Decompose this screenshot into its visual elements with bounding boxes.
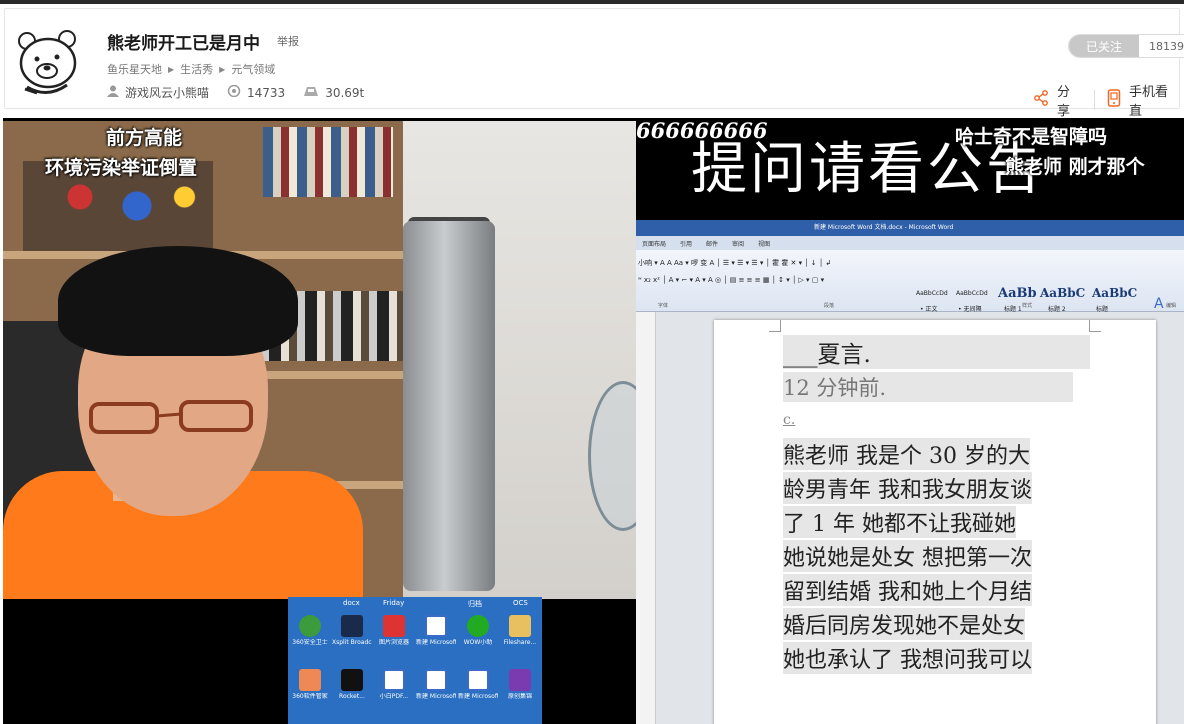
group-label: 字体: [658, 303, 669, 309]
doc-line: c.: [783, 412, 796, 428]
doc-line: 12 分钟前.: [783, 372, 1073, 402]
desktop-icon: 图片浏览器: [374, 615, 414, 647]
word-nav-pane: [636, 312, 656, 724]
top-dark-strip: [0, 0, 1184, 4]
danmaku-caption: 前方高能: [106, 127, 183, 149]
word-tab: 页面布局: [642, 240, 667, 248]
danmaku-comment: 熊老师 刚才那个: [1005, 156, 1145, 178]
desktop-icon: 原创集锦: [500, 669, 540, 701]
style-name: 标题: [1096, 306, 1109, 313]
doc-line: ___夏言.: [783, 335, 1090, 369]
room-header: 熊老师开工已是月中 举报 鱼乐星天地 ▶ 生活秀 ▶ 元气领域 游戏风云小熊喵 …: [4, 8, 1184, 119]
desktop-icon: 小白PDF...: [374, 669, 414, 701]
room-meta: 游戏风云小熊喵 14733 30.69t: [107, 84, 382, 101]
doc-line: 婚后同房发现她不是处女: [783, 608, 1026, 640]
desktop-icon: 新建 Microsoft...: [416, 615, 456, 647]
word-tab: 视图: [758, 240, 771, 248]
doc-line: 她说她是处女 想把第一次: [783, 540, 1032, 572]
avatar[interactable]: [17, 27, 81, 99]
share-bar: 分享 手机看直: [1033, 81, 1179, 119]
style-name: • 正文: [920, 306, 938, 313]
desktop-icon: Rocket...: [332, 669, 372, 701]
document-page: ___夏言. 12 分钟前. c. 熊老师 我是个 30 岁的大 龄男青年 我和…: [714, 320, 1156, 724]
doc-line: 龄男青年 我和我女朋友谈: [783, 472, 1032, 504]
weight-value: 30.69t: [325, 85, 365, 100]
group-label: 编辑: [1166, 303, 1177, 309]
word-tab: 引用: [680, 240, 693, 248]
chevron-right-icon: ▶: [219, 64, 226, 74]
desktop-icon: WOW小助: [458, 615, 498, 647]
desktop-icon: Fileshare...: [500, 615, 540, 647]
group-label: 段落: [824, 303, 835, 309]
desktop-label: Friday: [383, 599, 405, 607]
desktop-label: 归档: [468, 600, 482, 608]
group-label: 样式: [1022, 303, 1033, 309]
follow-count: 18139: [1139, 35, 1184, 57]
ribbon-font-row: 小响 ▾ A A Aa ▾ 啰 变 A │ ☰ ▾ ☰ ▾ ☰ ▾ │ 霍 霍 …: [638, 259, 832, 267]
viewer-count: 14733: [247, 85, 286, 100]
style-name: 标题 1: [1004, 306, 1022, 313]
word-title-text: 新建 Microsoft Word 文档.docx - Microsoft Wo…: [814, 224, 954, 231]
eye-icon: [227, 84, 241, 100]
word-ribbon: 小响 ▾ A A Aa ▾ 啰 变 A │ ☰ ▾ ☰ ▾ ☰ ▾ │ 霍 霍 …: [636, 250, 1184, 313]
follow-button[interactable]: 已关注: [1069, 35, 1139, 57]
desktop-preview: docx Friday 归档 OCS 360安全卫士 Xsplit Broadc…: [288, 597, 542, 724]
report-link[interactable]: 举报: [277, 33, 299, 49]
desktop-icon: Xsplit Broadcaster: [332, 615, 372, 647]
style-name: 标题 2: [1048, 306, 1066, 313]
word-title-bar: 新建 Microsoft Word 文档.docx - Microsoft Wo…: [636, 220, 1184, 236]
share-icon[interactable]: [1033, 90, 1049, 110]
breadcrumb-item[interactable]: 生活秀: [180, 61, 213, 77]
room-title: 熊老师开工已是月中: [107, 34, 260, 54]
weight-icon: [303, 85, 319, 100]
word-window: 新建 Microsoft Word 文档.docx - Microsoft Wo…: [636, 220, 1184, 724]
desktop-icon: 新建 Microsoft...: [416, 669, 456, 701]
word-tab: 邮件: [706, 240, 719, 248]
doc-line: 留到结婚 我和她上个月结: [783, 574, 1032, 606]
phone-icon[interactable]: [1107, 89, 1121, 111]
poster-tube: [403, 221, 495, 591]
doc-line: 了 1 年 她都不让我碰她: [783, 506, 1016, 538]
style-sample: AaBb: [998, 286, 1037, 301]
margin-corner: [1089, 320, 1101, 332]
style-sample: AaBbCcDd: [956, 290, 988, 297]
glasses-icon: [89, 400, 253, 434]
streamer-name[interactable]: 游戏风云小熊喵: [125, 84, 209, 101]
webcam-feed: 前方高能 环境污染举证倒置: [3, 121, 636, 599]
doc-line: 熊老师 我是个 30 岁的大: [783, 438, 1030, 470]
mobile-watch-button[interactable]: 手机看直: [1129, 81, 1179, 119]
spiky-hair: [58, 246, 298, 356]
word-tab: 审阅: [732, 240, 745, 248]
books: [263, 127, 393, 197]
style-name: • 无间隔: [958, 306, 982, 313]
style-sample: AaBbC: [1040, 286, 1086, 300]
follow-widget[interactable]: 已关注 18139: [1068, 34, 1184, 58]
word-tabs: 页面布局 引用 邮件 审阅 视图: [636, 236, 1184, 250]
danmaku-comment: 哈士奇不是智障吗: [955, 126, 1108, 148]
video-player[interactable]: 前方高能 环境污染举证倒置 docx Friday 归档 OCS 360安全卫士…: [3, 118, 1184, 724]
doc-line: 她也承认了 我想问我可以: [783, 642, 1032, 674]
change-styles-icon: A: [1154, 296, 1164, 312]
user-icon: [107, 85, 119, 100]
desktop-icon: 新建 Microsoft...: [458, 669, 498, 701]
breadcrumb: 鱼乐星天地 ▶ 生活秀 ▶ 元气领域: [107, 61, 275, 77]
breadcrumb-item[interactable]: 鱼乐星天地: [107, 61, 162, 77]
style-sample: AaBbC: [1092, 286, 1138, 300]
chevron-right-icon: ▶: [168, 64, 175, 74]
ribbon-para-row: ʷ x₂ x² │ A ▾ ⌐ ▾ A ▾ A ◎ │ ▤ ≡ ≡ ≡ ▦ │ …: [638, 276, 825, 284]
breadcrumb-item[interactable]: 元气领域: [231, 61, 275, 77]
style-sample: AaBbCcDd: [916, 290, 948, 297]
danmaku-caption: 环境污染举证倒置: [45, 157, 198, 179]
margin-corner: [769, 320, 781, 332]
desktop-icon: 360安全卫士: [290, 615, 330, 647]
desktop-icon: 360软件管家: [290, 669, 330, 701]
divider: [1094, 90, 1095, 110]
desktop-label: OCS: [513, 599, 528, 607]
desktop-label: docx: [343, 599, 360, 607]
share-button[interactable]: 分享: [1057, 81, 1082, 119]
